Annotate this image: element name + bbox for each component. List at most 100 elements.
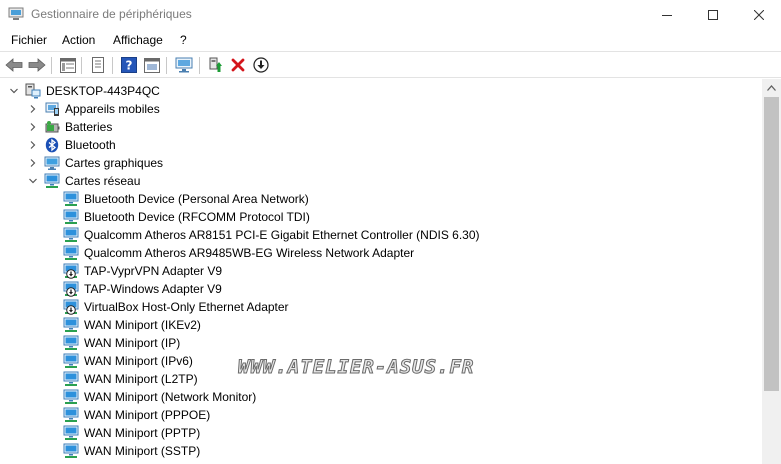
network-adapter-item-label: Bluetooth Device (RFCOMM Protocol TDI)	[84, 210, 310, 224]
action-view-button[interactable]	[142, 55, 162, 75]
network-adapter-icon	[63, 245, 79, 260]
network-adapter-item-label: WAN Miniport (IP)	[84, 336, 181, 350]
network-adapter-item-label: WAN Miniport (PPPOE)	[84, 408, 211, 422]
menu-action[interactable]: Action	[62, 33, 95, 47]
chevron-up-icon	[767, 84, 776, 91]
network-adapter-item[interactable]: WAN Miniport (IKEv2)	[0, 316, 762, 334]
toolbar: ?	[0, 51, 781, 78]
chevron-down-icon[interactable]	[27, 175, 39, 187]
network-adapter-icon	[63, 209, 79, 224]
enable-device-icon	[209, 57, 222, 72]
scroll-up-button[interactable]	[762, 79, 781, 96]
network-adapter-item-label: TAP-Windows Adapter V9	[84, 282, 222, 296]
category-cartes-graphiques-label: Cartes graphiques	[65, 156, 164, 170]
network-adapter-icon	[63, 407, 79, 422]
enable-device-button[interactable]	[205, 55, 225, 75]
network-adapter-item-label: Qualcomm Atheros AR9485WB-EG Wireless Ne…	[84, 246, 415, 260]
network-adapter-item[interactable]: TAP-VyprVPN Adapter V9	[0, 262, 762, 280]
network-adapter-icon	[63, 371, 79, 386]
maximize-button[interactable]	[690, 0, 736, 29]
update-driver-icon	[92, 57, 104, 73]
download-circle-icon	[253, 57, 269, 73]
menu-bar: Fichier Action Affichage ?	[0, 29, 781, 51]
back-arrow-icon	[5, 58, 23, 72]
chevron-right-icon[interactable]	[27, 139, 39, 151]
watermark: WWW.ATELIER-ASUS.FR	[237, 356, 475, 379]
network-adapter-item-label: VirtualBox Host-Only Ethernet Adapter	[84, 300, 289, 314]
network-adapter-item[interactable]: Bluetooth Device (Personal Area Network)	[0, 190, 762, 208]
back-button[interactable]	[4, 55, 24, 75]
battery-icon	[45, 121, 60, 133]
display-adapter-icon	[44, 156, 60, 170]
device-manager-icon	[8, 7, 24, 20]
chevron-right-icon[interactable]	[27, 157, 39, 169]
forward-button[interactable]	[27, 55, 47, 75]
category-batteries-label: Batteries	[65, 120, 113, 134]
category-appareils-mobiles[interactable]: Appareils mobiles	[0, 100, 762, 118]
network-adapter-item-label: WAN Miniport (SSTP)	[84, 444, 201, 458]
network-adapter-icon	[63, 191, 79, 206]
scan-hardware-button[interactable]	[174, 55, 194, 75]
disabled-adapter-icon	[63, 299, 79, 315]
network-adapter-item[interactable]: Bluetooth Device (RFCOMM Protocol TDI)	[0, 208, 762, 226]
title-bar: Gestionnaire de périphériques	[0, 0, 781, 29]
chevron-down-icon[interactable]	[8, 85, 20, 97]
chevron-right-icon[interactable]	[27, 121, 39, 133]
toolbar-separator	[166, 57, 167, 74]
minimize-button[interactable]	[644, 0, 690, 29]
properties-button[interactable]	[58, 55, 78, 75]
vertical-scrollbar[interactable]	[762, 79, 781, 464]
category-cartes-reseau-label: Cartes réseau	[65, 174, 141, 188]
network-adapter-item[interactable]: VirtualBox Host-Only Ethernet Adapter	[0, 298, 762, 316]
network-adapter-icon	[63, 389, 79, 404]
network-adapter-item[interactable]: WAN Miniport (Network Monitor)	[0, 388, 762, 406]
network-adapter-item[interactable]: WAN Miniport (SSTP)	[0, 442, 762, 460]
computer-icon	[25, 83, 41, 99]
toolbar-separator	[199, 57, 200, 74]
network-adapter-item[interactable]: Qualcomm Atheros AR9485WB-EG Wireless Ne…	[0, 244, 762, 262]
close-icon	[754, 9, 764, 20]
toolbar-separator	[81, 57, 82, 74]
update-driver-button[interactable]	[88, 55, 108, 75]
uninstall-x-icon	[231, 58, 245, 72]
device-tree: DESKTOP-443P4QC Appareils mobiles Batteri…	[0, 79, 762, 464]
uninstall-button[interactable]	[228, 55, 248, 75]
chevron-right-icon[interactable]	[27, 103, 39, 115]
menu-affichage[interactable]: Affichage	[113, 33, 163, 47]
monitor-icon	[175, 57, 193, 73]
category-batteries[interactable]: Batteries	[0, 118, 762, 136]
category-cartes-reseau[interactable]: Cartes réseau	[0, 172, 762, 190]
network-adapter-icon	[44, 173, 60, 188]
disable-device-button[interactable]	[251, 55, 271, 75]
scroll-thumb[interactable]	[764, 97, 779, 391]
tree-root[interactable]: DESKTOP-443P4QC	[0, 82, 762, 100]
window-title: Gestionnaire de périphériques	[31, 7, 192, 21]
category-appareils-mobiles-label: Appareils mobiles	[65, 102, 160, 116]
tree-root-label: DESKTOP-443P4QC	[46, 84, 160, 98]
network-adapter-item-label: WAN Miniport (PPTP)	[84, 426, 201, 440]
network-adapter-item-label: WAN Miniport (IKEv2)	[84, 318, 201, 332]
help-button[interactable]: ?	[119, 55, 139, 75]
toolbar-separator	[112, 57, 113, 74]
forward-arrow-icon	[28, 58, 46, 72]
network-adapter-icon	[63, 443, 79, 458]
network-adapter-icon	[63, 317, 79, 332]
minimize-icon	[662, 14, 672, 16]
network-adapter-item[interactable]: Qualcomm Atheros AR8151 PCI-E Gigabit Et…	[0, 226, 762, 244]
network-adapter-item[interactable]: TAP-Windows Adapter V9	[0, 280, 762, 298]
toolbar-separator	[51, 57, 52, 74]
action-view-icon	[144, 57, 160, 73]
network-adapter-icon	[63, 227, 79, 242]
network-adapter-icon	[63, 425, 79, 440]
network-adapter-item[interactable]: WAN Miniport (PPTP)	[0, 424, 762, 442]
network-adapter-icon	[63, 335, 79, 350]
network-adapter-item[interactable]: WAN Miniport (IP)	[0, 334, 762, 352]
category-cartes-graphiques[interactable]: Cartes graphiques	[0, 154, 762, 172]
menu-fichier[interactable]: Fichier	[11, 33, 47, 47]
menu-help[interactable]: ?	[180, 33, 187, 47]
network-adapter-item-label: WAN Miniport (Network Monitor)	[84, 390, 257, 404]
category-bluetooth[interactable]: Bluetooth	[0, 136, 762, 154]
network-adapter-item[interactable]: WAN Miniport (PPPOE)	[0, 406, 762, 424]
disabled-adapter-icon	[63, 263, 79, 279]
close-button[interactable]	[736, 0, 781, 29]
